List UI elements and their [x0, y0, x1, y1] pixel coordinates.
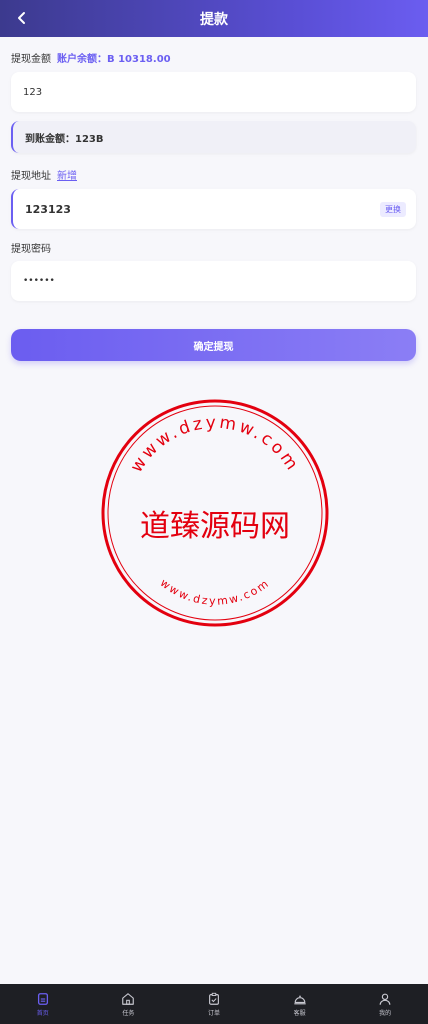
- chevron-left-icon: [18, 12, 25, 24]
- clipboard-check-icon: [209, 992, 219, 1005]
- balance-value: B 10318.00: [107, 54, 171, 65]
- amount-label-row: 提现金额 账户余额：B 10318.00: [11, 50, 171, 65]
- tab-label: 首页: [36, 1009, 49, 1017]
- back-button[interactable]: [10, 6, 34, 30]
- bottom-tab-bar: 首页 任务 订单 客服 我的: [0, 984, 428, 1024]
- password-label-row: 提现密码: [11, 240, 51, 255]
- tab-label: 订单: [207, 1009, 220, 1017]
- password-label: 提现密码: [11, 244, 51, 255]
- balance-label: 账户余额：: [57, 54, 107, 65]
- add-address-link[interactable]: 新增: [57, 167, 77, 182]
- home-icon: [122, 992, 135, 1005]
- amount-label: 提现金额: [11, 54, 51, 65]
- tab-service[interactable]: 客服: [257, 984, 343, 1024]
- address-value: 123123: [25, 202, 71, 216]
- tab-label: 任务: [122, 1009, 135, 1017]
- change-address-button[interactable]: 更换: [380, 201, 406, 217]
- stamp-bottom-arc-text: www.dzymw.com: [158, 576, 273, 608]
- amount-value: 123: [23, 86, 43, 98]
- arrival-amount-box: 到账金额：123B: [11, 121, 416, 153]
- page-title: 提款: [200, 11, 228, 28]
- file-icon: [37, 992, 48, 1005]
- address-label-row: 提现地址 新增: [11, 167, 77, 182]
- tab-home[interactable]: 首页: [0, 984, 86, 1024]
- tab-tasks[interactable]: 任务: [86, 984, 172, 1024]
- top-bar: 提款: [0, 0, 428, 37]
- service-bell-icon: [293, 995, 306, 1004]
- tab-label: 客服: [293, 1009, 306, 1017]
- address-field[interactable]: 123123 更换: [11, 189, 416, 229]
- amount-input[interactable]: 123: [11, 72, 416, 112]
- tab-profile[interactable]: 我的: [342, 984, 428, 1024]
- address-label: 提现地址: [11, 171, 51, 182]
- user-icon: [379, 993, 391, 1005]
- stamp-center-text: 道臻源码网: [140, 509, 290, 544]
- tab-label: 我的: [379, 1009, 392, 1017]
- confirm-withdraw-button[interactable]: 确定提现: [11, 329, 416, 361]
- arrival-amount-text: 到账金额：123B: [25, 133, 104, 145]
- watermark-stamp: www.dzymw.com www.dzymw.com 道臻源码网: [101, 399, 329, 627]
- tab-orders[interactable]: 订单: [171, 984, 257, 1024]
- balance-info: 账户余额：B 10318.00: [57, 50, 171, 65]
- password-value: ••••••: [23, 276, 55, 286]
- password-input[interactable]: ••••••: [11, 261, 416, 301]
- stamp-top-arc-text: www.dzymw.com: [127, 413, 304, 476]
